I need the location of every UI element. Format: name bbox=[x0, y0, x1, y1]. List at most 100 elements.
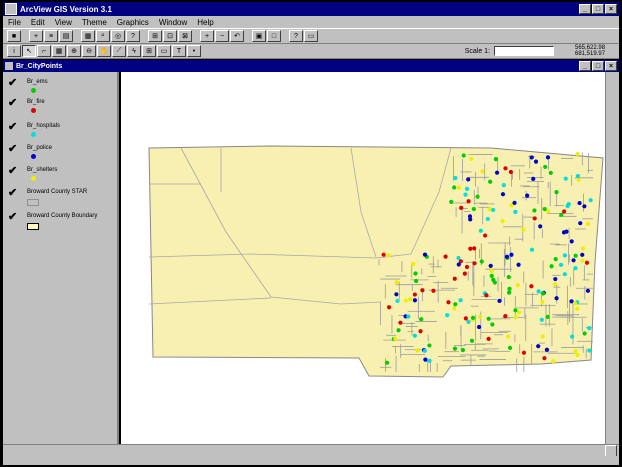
menu-file[interactable]: File bbox=[3, 18, 26, 27]
facility-point bbox=[542, 356, 547, 361]
facility-point bbox=[384, 360, 390, 365]
vertical-scrollbar[interactable] bbox=[605, 72, 619, 444]
zoom-selected-button[interactable]: ⊠ bbox=[178, 30, 192, 42]
view-maximize-icon[interactable]: □ bbox=[592, 61, 604, 71]
theme-visible-checkbox[interactable]: ✔ bbox=[8, 144, 17, 155]
theme-broward-boundary[interactable]: ✔ Broward County Boundary bbox=[3, 212, 119, 234]
zoom-active-themes-button[interactable]: ⊡ bbox=[163, 30, 177, 42]
facility-point bbox=[493, 157, 498, 162]
menu-help[interactable]: Help bbox=[192, 18, 218, 27]
menu-window[interactable]: Window bbox=[154, 18, 192, 27]
facility-point bbox=[412, 333, 417, 338]
select-features-button[interactable]: ▣ bbox=[252, 30, 266, 42]
theme-broward-star[interactable]: ✔ Broward County STAR bbox=[3, 188, 119, 210]
facility-point bbox=[486, 336, 491, 341]
facility-point bbox=[585, 221, 591, 226]
horizontal-scrollbar[interactable] bbox=[3, 444, 619, 457]
help-button[interactable]: ? bbox=[289, 30, 303, 42]
facility-point bbox=[548, 170, 553, 175]
view-close-icon[interactable]: × bbox=[605, 61, 617, 71]
select-feature-tool[interactable]: ▦ bbox=[52, 45, 66, 57]
facility-point bbox=[552, 282, 557, 287]
theme-br-ems[interactable]: ✔ Br_ems bbox=[3, 78, 119, 98]
facility-point bbox=[422, 348, 427, 353]
theme-properties-button[interactable]: ≡ bbox=[44, 30, 58, 42]
facility-point bbox=[551, 359, 556, 364]
theme-visible-checkbox[interactable]: ✔ bbox=[8, 78, 17, 89]
query-builder-button[interactable]: ? bbox=[126, 30, 140, 42]
facility-point bbox=[506, 274, 511, 280]
scale-input[interactable] bbox=[494, 46, 554, 56]
theme-visible-checkbox[interactable]: ✔ bbox=[8, 188, 17, 199]
zoom-previous-button[interactable]: ↶ bbox=[230, 30, 244, 42]
text-tool[interactable]: T bbox=[172, 45, 186, 57]
pan-tool[interactable]: ✋ bbox=[97, 45, 111, 57]
facility-point bbox=[415, 348, 420, 353]
view-icon[interactable] bbox=[5, 62, 13, 70]
hotlink-tool[interactable]: ϟ bbox=[127, 45, 141, 57]
label-tool[interactable]: ▭ bbox=[157, 45, 171, 57]
identify-tool[interactable]: i bbox=[7, 45, 21, 57]
facility-point bbox=[462, 271, 467, 276]
theme-name: Br_fire bbox=[27, 99, 45, 105]
view-minimize-icon[interactable]: _ bbox=[579, 61, 591, 71]
theme-br-shelters[interactable]: ✔ Br_shelters bbox=[3, 166, 119, 186]
zoom-in-tool[interactable]: ⊕ bbox=[67, 45, 81, 57]
theme-visible-checkbox[interactable]: ✔ bbox=[8, 122, 17, 133]
vertex-edit-tool[interactable]: ⌐ bbox=[37, 45, 51, 57]
pointer-tool[interactable]: ↖ bbox=[22, 45, 36, 57]
maximize-icon[interactable]: □ bbox=[592, 4, 604, 14]
theme-visible-checkbox[interactable]: ✔ bbox=[8, 212, 17, 223]
theme-br-hospitals[interactable]: ✔ Br_hospitals bbox=[3, 122, 119, 142]
zoom-full-extent-button[interactable]: ⊞ bbox=[148, 30, 162, 42]
facility-point bbox=[482, 233, 488, 238]
theme-visible-checkbox[interactable]: ✔ bbox=[8, 98, 17, 109]
minimize-icon[interactable]: _ bbox=[579, 4, 591, 14]
facility-point bbox=[394, 292, 399, 297]
save-project-button[interactable]: ■ bbox=[7, 30, 21, 42]
clear-selection-button[interactable]: □ bbox=[267, 30, 281, 42]
facility-point bbox=[513, 314, 519, 320]
layout-button[interactable]: ▭ bbox=[304, 30, 318, 42]
facility-point bbox=[461, 153, 466, 158]
zoom-out-tool[interactable]: ⊖ bbox=[82, 45, 96, 57]
find-button[interactable]: ⌕ bbox=[96, 30, 110, 42]
theme-br-fire[interactable]: ✔ Br_fire bbox=[3, 98, 119, 118]
close-icon[interactable]: × bbox=[605, 4, 617, 14]
map-canvas[interactable] bbox=[121, 72, 605, 444]
add-theme-button[interactable]: + bbox=[29, 30, 43, 42]
area-of-interest-tool[interactable]: ⊞ bbox=[142, 45, 156, 57]
point-symbol bbox=[31, 154, 36, 159]
facility-point bbox=[529, 247, 535, 252]
locate-button[interactable]: ◎ bbox=[111, 30, 125, 42]
menu-view[interactable]: View bbox=[50, 18, 77, 27]
edit-legend-button[interactable]: ▤ bbox=[59, 30, 73, 42]
menu-edit[interactable]: Edit bbox=[26, 18, 50, 27]
facility-point bbox=[393, 336, 398, 341]
app-icon[interactable] bbox=[5, 3, 17, 15]
facility-point bbox=[464, 264, 470, 270]
facility-point bbox=[564, 229, 569, 234]
draw-point-tool[interactable]: • bbox=[187, 45, 201, 57]
facility-point bbox=[463, 316, 468, 321]
facility-point bbox=[549, 264, 554, 269]
menu-theme[interactable]: Theme bbox=[77, 18, 112, 27]
facility-point bbox=[521, 227, 526, 232]
facility-point bbox=[544, 347, 550, 352]
map-display[interactable] bbox=[121, 72, 605, 444]
zoom-out-button[interactable]: − bbox=[215, 30, 229, 42]
facility-point bbox=[503, 166, 508, 171]
facility-point bbox=[471, 206, 476, 212]
facility-point bbox=[580, 246, 586, 251]
facility-point bbox=[479, 259, 484, 264]
zoom-in-button[interactable]: + bbox=[200, 30, 214, 42]
menu-graphics[interactable]: Graphics bbox=[112, 18, 154, 27]
open-table-button[interactable]: ▦ bbox=[81, 30, 95, 42]
theme-visible-checkbox[interactable]: ✔ bbox=[8, 166, 17, 177]
facility-point bbox=[501, 183, 506, 188]
facility-point bbox=[545, 155, 551, 160]
theme-br-police[interactable]: ✔ Br_police bbox=[3, 144, 119, 164]
measure-tool[interactable]: ⟋ bbox=[112, 45, 126, 57]
point-symbol bbox=[31, 176, 36, 181]
facility-point bbox=[506, 334, 511, 339]
